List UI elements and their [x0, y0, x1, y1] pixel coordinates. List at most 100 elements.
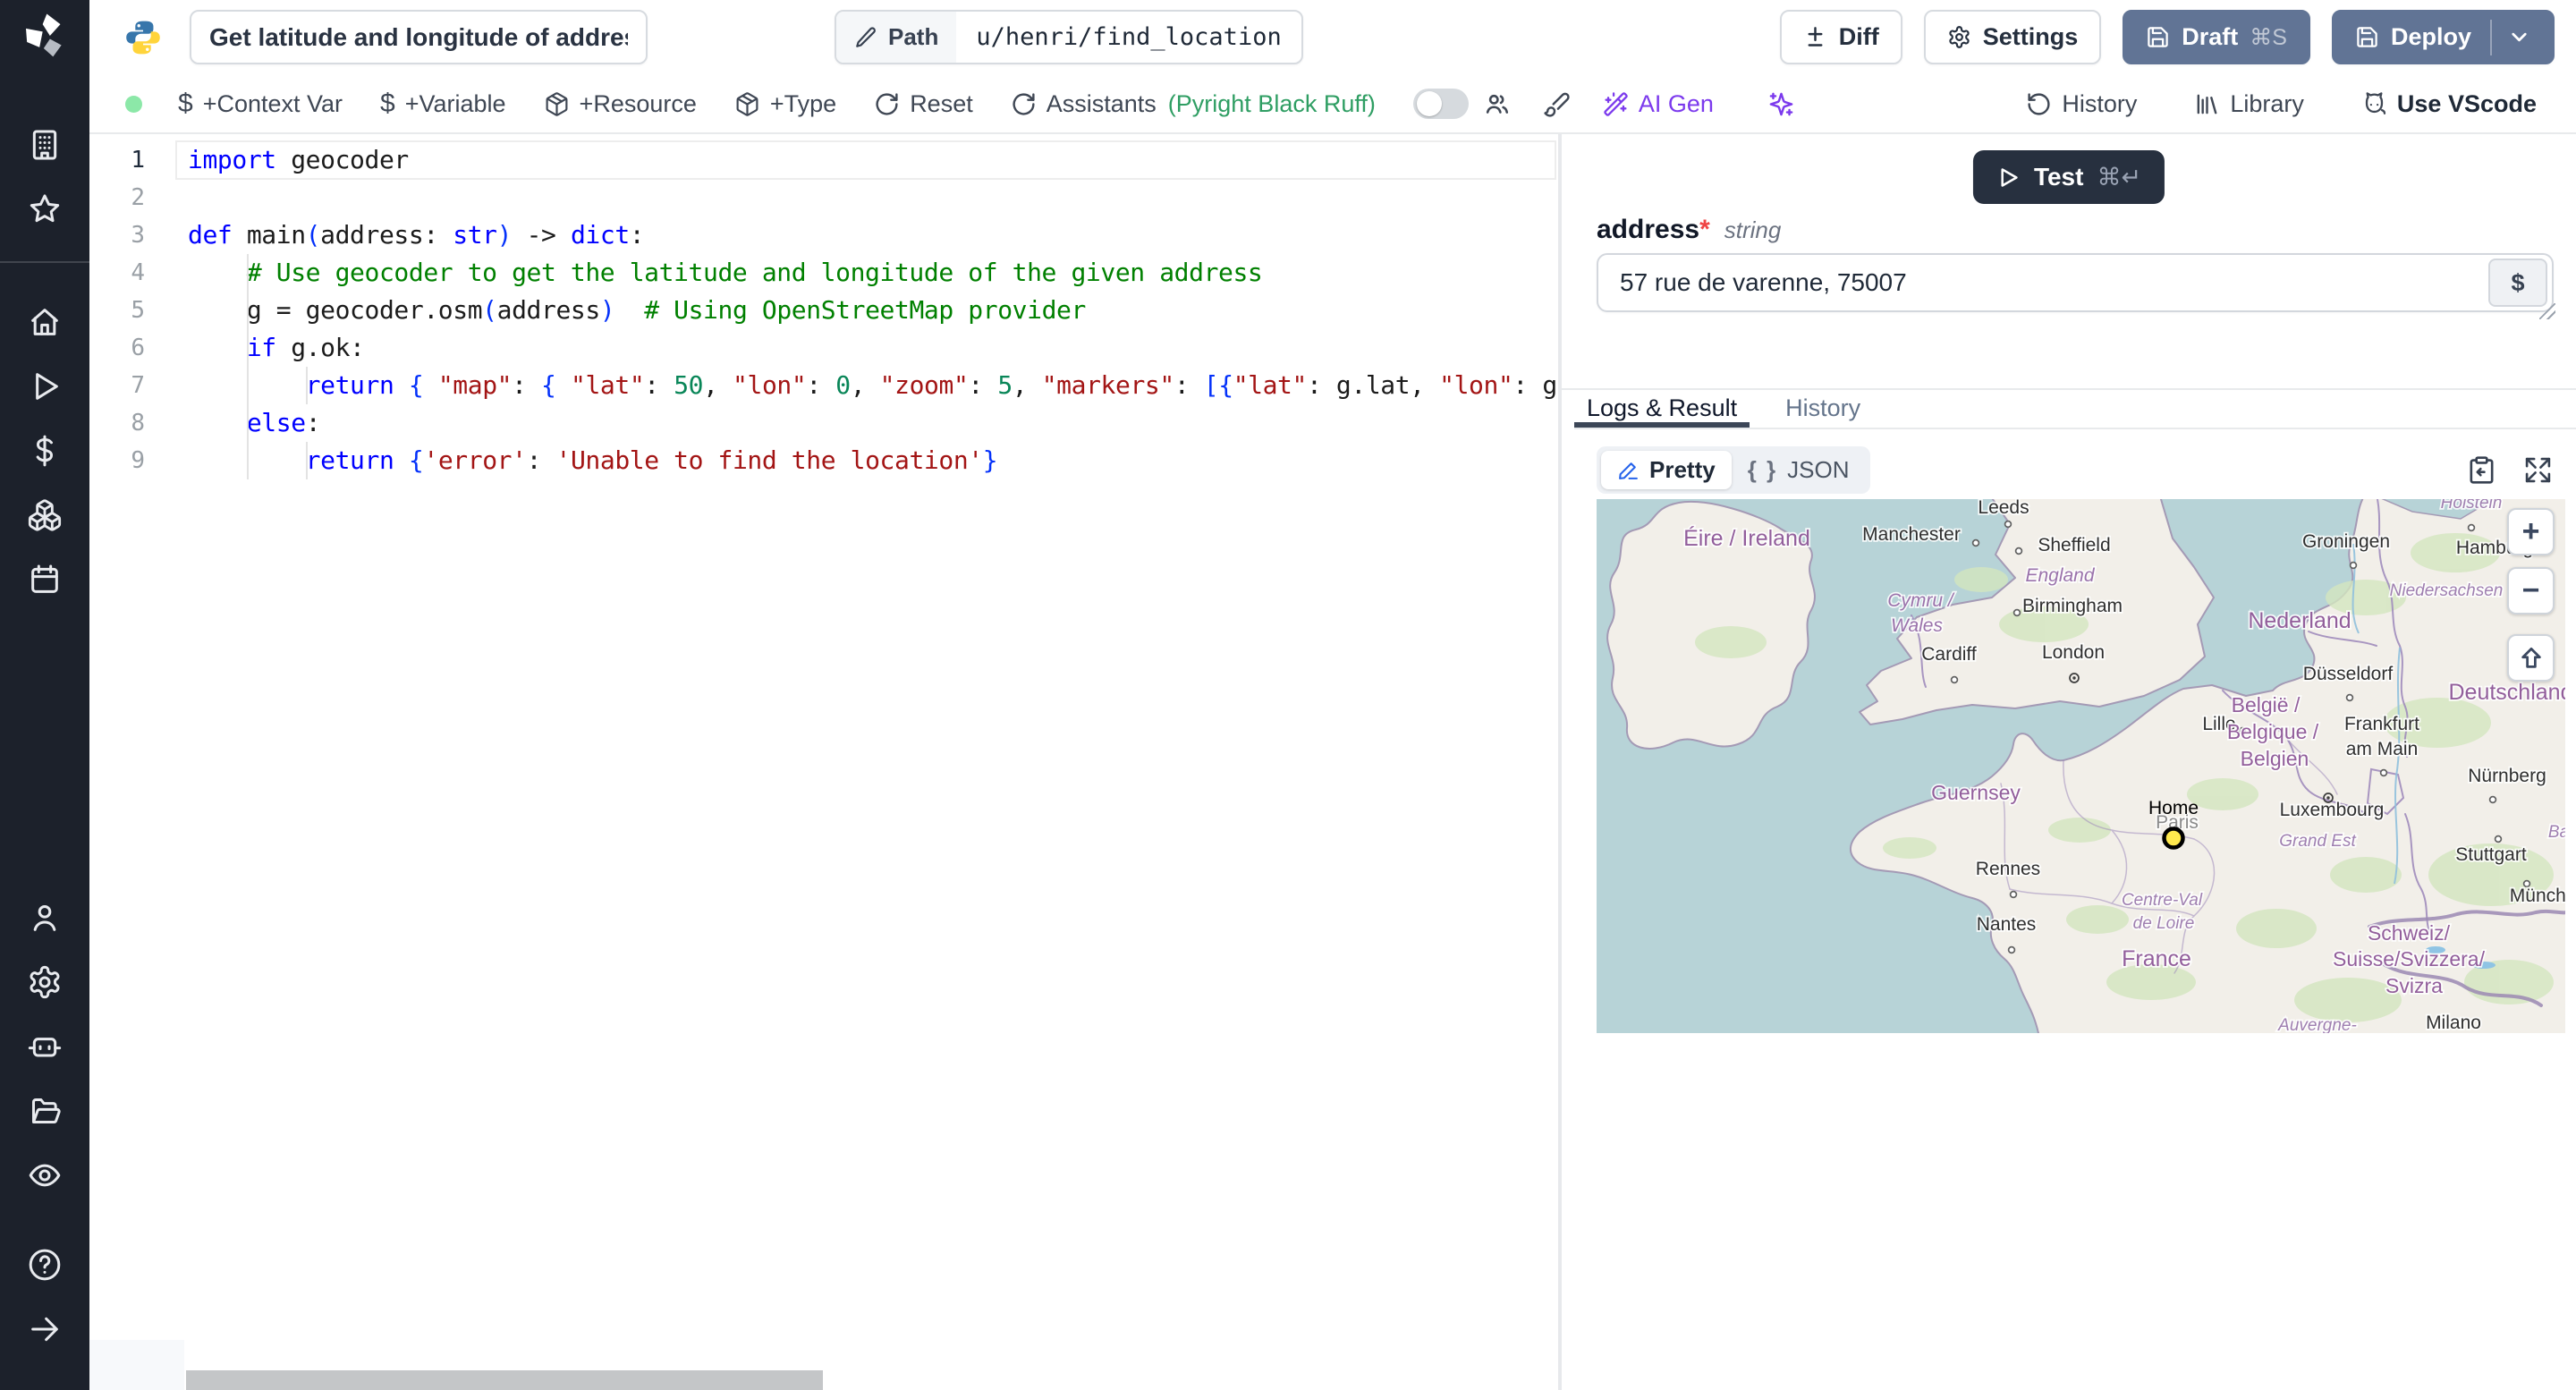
line-number: 6 — [131, 335, 145, 361]
code-line-5[interactable]: 5 g = geocoder.osm(address) # Using Open… — [89, 292, 1558, 329]
address-input[interactable] — [1597, 253, 2554, 312]
insert-variable-button[interactable]: $ — [2488, 259, 2547, 307]
add-type-button[interactable]: +Type — [734, 90, 836, 118]
indent-guide — [306, 367, 308, 404]
map-label: France — [2122, 946, 2191, 971]
diff-button[interactable]: Diff — [1779, 10, 1902, 64]
map-city-dot — [2379, 768, 2388, 777]
vscode-icon — [2365, 91, 2386, 114]
line-number: 1 — [131, 147, 145, 174]
code-line-2[interactable]: 2 — [89, 179, 1558, 216]
boxes-icon[interactable] — [25, 496, 64, 535]
path-label: Path — [888, 23, 939, 50]
add-context-var-button[interactable]: $ +Context Var — [178, 89, 343, 119]
user-icon[interactable] — [25, 898, 64, 937]
line-number: 5 — [131, 297, 145, 324]
map-marker-label: Home — [2148, 798, 2199, 818]
multiplayer-toggle[interactable] — [1412, 89, 1469, 119]
star-icon[interactable] — [25, 190, 64, 229]
home-icon[interactable] — [25, 302, 64, 342]
zoom-in-button[interactable]: + — [2507, 508, 2555, 555]
save-icon — [2148, 27, 2169, 47]
result-view-switch: Pretty { } JSON — [1597, 445, 1870, 494]
indent-guide — [306, 442, 308, 479]
gutter-footer — [89, 1340, 184, 1390]
zoom-out-button[interactable]: − — [2507, 567, 2555, 614]
use-vscode-button[interactable]: Use VScode — [2361, 90, 2537, 118]
folder-icon[interactable] — [25, 1091, 64, 1131]
add-resource-button[interactable]: +Resource — [544, 90, 697, 118]
map-home-marker[interactable] — [2162, 826, 2185, 850]
map-city-dot — [2014, 547, 2023, 555]
view-pretty-button[interactable]: Pretty — [1601, 450, 1732, 489]
assistants-button[interactable]: Assistants (Pyright Black Ruff) — [1011, 90, 1376, 118]
code-line-6[interactable]: 6 if g.ok: — [89, 329, 1558, 367]
code-editor[interactable]: 1 import geocoder 2 3 def main(address: str)… — [89, 134, 1558, 1390]
reset-button[interactable]: Reset — [874, 90, 973, 118]
dollar-icon[interactable] — [25, 431, 64, 470]
dollar-icon: $ — [178, 89, 193, 118]
code-line-4[interactable]: 4 # Use geocoder to get the latitude and… — [89, 254, 1558, 292]
code-line-3[interactable]: 3 def main(address: str) -> dict: — [89, 216, 1558, 254]
play-icon[interactable] — [25, 367, 64, 406]
settings-button[interactable]: Settings — [1923, 10, 2102, 64]
arrow-right-icon[interactable] — [25, 1309, 64, 1349]
pencil-icon — [856, 26, 876, 47]
buildings-icon[interactable] — [25, 125, 64, 165]
argument-type: string — [1724, 216, 1782, 243]
path-edit[interactable]: Path — [836, 12, 957, 63]
map-label: Manchester — [1862, 524, 1961, 545]
map-label: Deutschland — [2449, 680, 2565, 705]
help-icon[interactable] — [25, 1245, 64, 1284]
users-icon[interactable] — [1483, 90, 1511, 118]
map-label: Nantes — [1977, 914, 2037, 935]
windmill-logo-icon[interactable] — [20, 11, 70, 61]
chevron-down-icon[interactable] — [2507, 25, 2531, 49]
map-label: Birmingham — [2022, 596, 2123, 616]
argument-name: address — [1597, 215, 1700, 244]
draft-button[interactable]: Draft ⌘S — [2123, 10, 2310, 64]
required-asterisk: * — [1699, 215, 1710, 244]
map-label: München — [2510, 886, 2565, 906]
robot-icon[interactable] — [25, 1027, 64, 1066]
map-label: Cardiff — [1921, 644, 1977, 665]
format-brush-icon[interactable] — [1543, 90, 1571, 118]
input-resize-handle[interactable] — [2539, 303, 2555, 319]
view-json-button[interactable]: { } JSON — [1732, 451, 1866, 489]
script-title-input[interactable] — [190, 10, 648, 64]
result-toolbar: Pretty { } JSON — [1597, 445, 2554, 494]
code-line-7[interactable]: 7 return { "map": { "lat": 50, "lon": 0,… — [89, 367, 1558, 404]
calendar-icon[interactable] — [25, 560, 64, 599]
code-line-9[interactable]: 9 return {'error': 'Unable to find the l… — [89, 442, 1558, 479]
sidebar-divider — [0, 261, 89, 263]
map-label: Nürnberg — [2468, 766, 2546, 786]
line-number: 3 — [131, 222, 145, 249]
deploy-button[interactable]: Deploy — [2331, 10, 2555, 64]
path-chip[interactable]: Path u/henri/find_location — [835, 10, 1303, 64]
reset-view-button[interactable] — [2507, 634, 2555, 682]
history-button[interactable]: History — [2026, 90, 2137, 118]
settings-icon[interactable] — [25, 962, 64, 1002]
expand-result-icon[interactable] — [2522, 454, 2554, 486]
assistants-detail: (Pyright Black Ruff) — [1167, 89, 1376, 117]
sparkles-icon[interactable] — [1767, 90, 1795, 118]
line-number: 9 — [131, 447, 145, 474]
result-map[interactable]: Leeds Manchester Sheffield Birmingham Cardif… — [1597, 499, 2565, 1033]
copy-result-icon[interactable] — [2466, 454, 2497, 486]
tab-history[interactable]: History — [1773, 390, 1873, 428]
eye-icon[interactable] — [25, 1156, 64, 1195]
map-city-dot — [2012, 608, 2021, 617]
map-city-dot — [2009, 890, 2018, 899]
map-label: Holstein — [2441, 499, 2503, 513]
map-label: Rennes — [1976, 859, 2040, 879]
library-button[interactable]: Library — [2194, 90, 2304, 118]
ai-gen-button[interactable]: AI Gen — [1603, 90, 1714, 118]
horizontal-scrollbar[interactable] — [186, 1370, 823, 1390]
map-city-dot — [2494, 835, 2503, 843]
test-button[interactable]: Test ⌘↵ — [1972, 150, 2165, 204]
code-line-8[interactable]: 8 else: — [89, 404, 1558, 442]
tab-logs-result[interactable]: Logs & Result — [1574, 390, 1750, 428]
code-line-1[interactable]: 1 import geocoder — [89, 141, 1558, 179]
add-variable-button[interactable]: $ +Variable — [380, 89, 506, 119]
gear-icon — [1949, 26, 1970, 48]
